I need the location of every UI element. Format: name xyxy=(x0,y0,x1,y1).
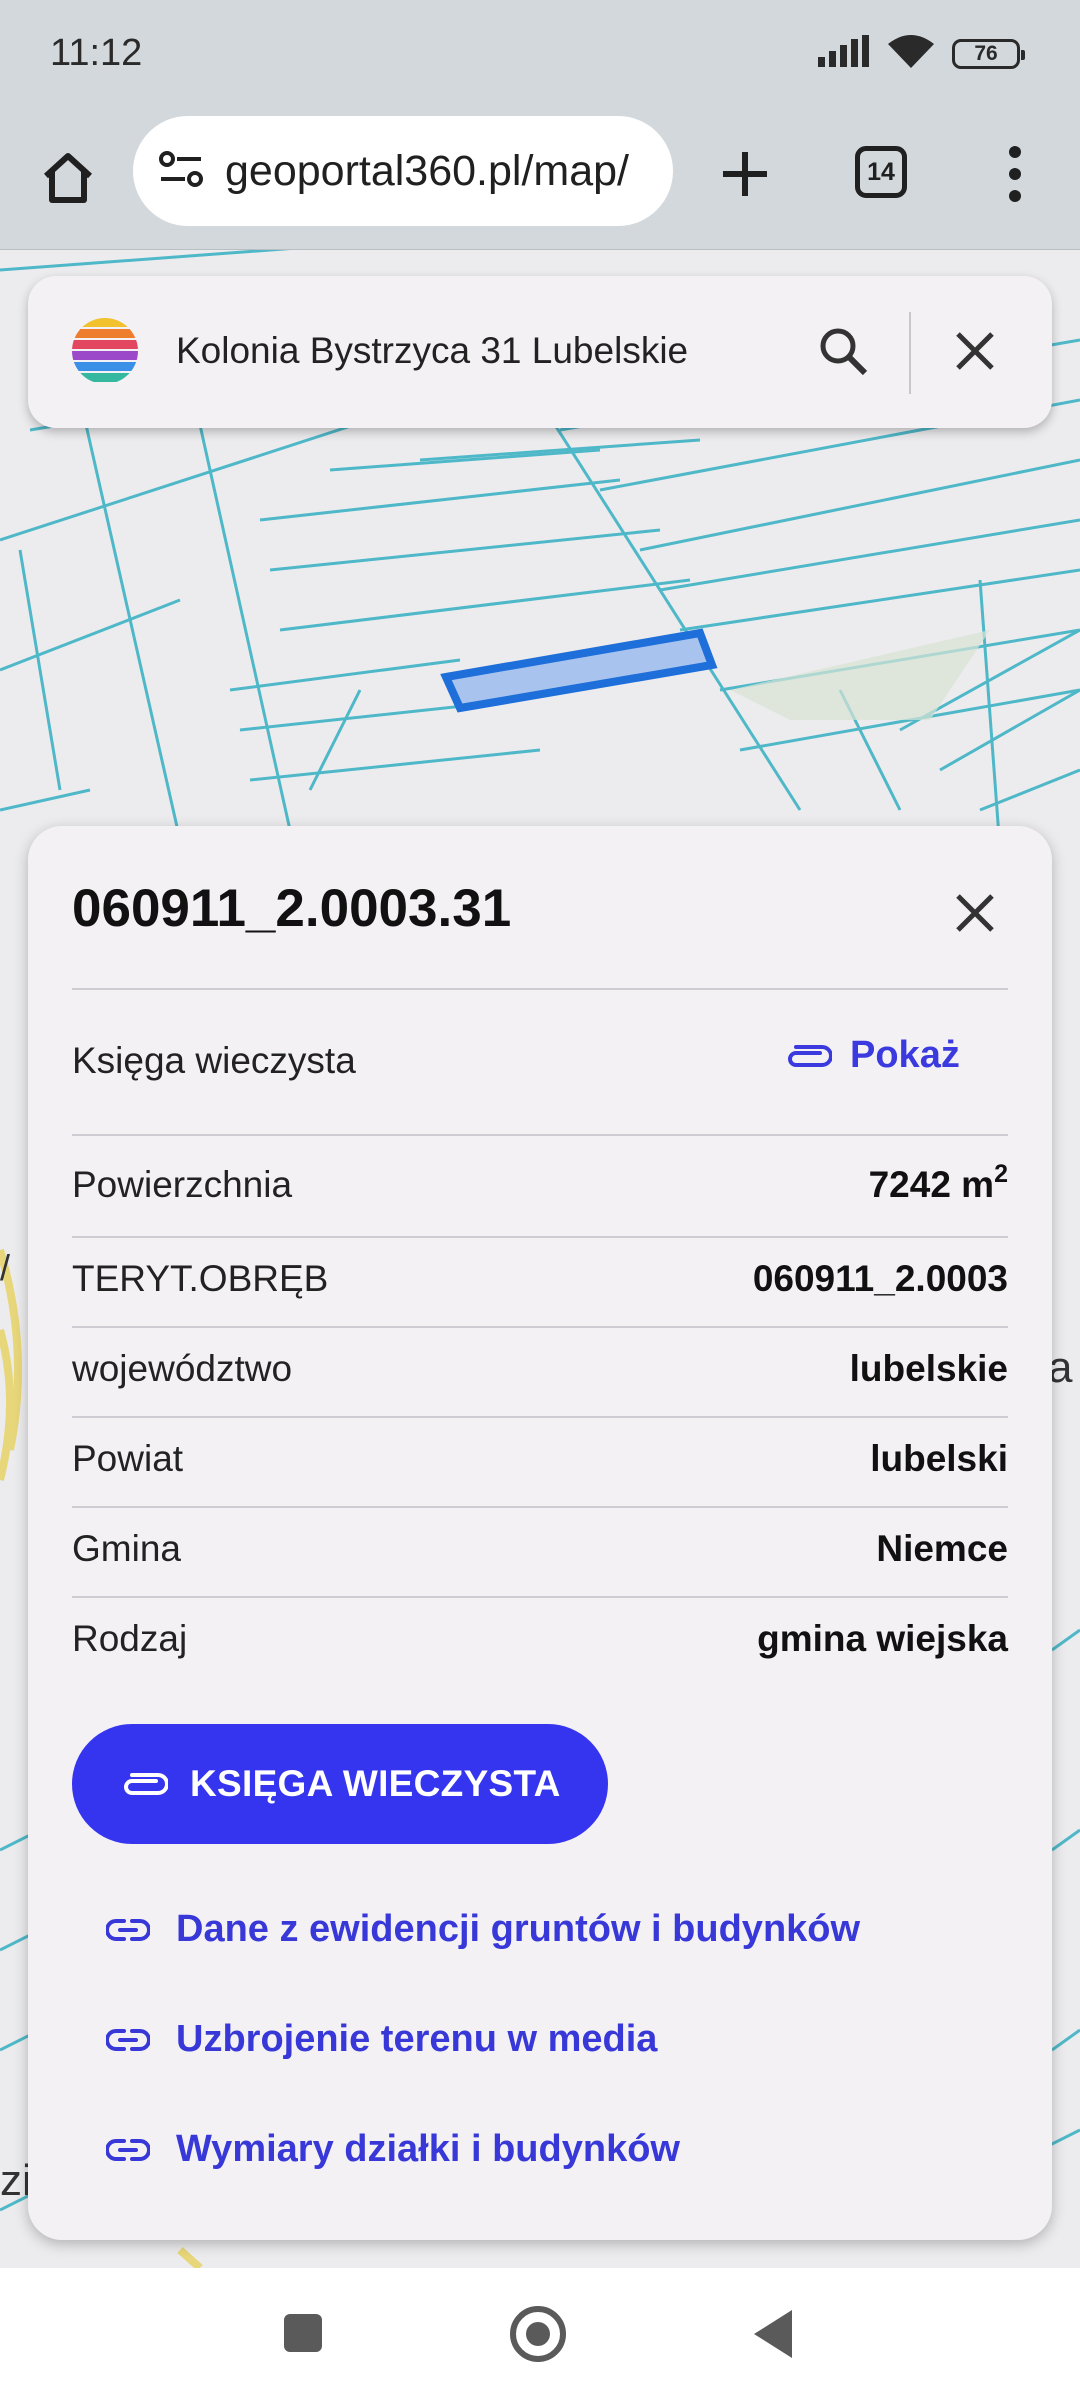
land-register-button[interactable]: KSIĘGA WIECZYSTA xyxy=(72,1724,608,1844)
status-bar: 11:12 76 xyxy=(0,0,1080,110)
row-label-county: Powiat xyxy=(72,1438,184,1479)
link-icon xyxy=(106,2138,150,2161)
status-icons: 76 xyxy=(818,34,1025,73)
search-icon[interactable] xyxy=(808,316,878,386)
row-label-type: Rodzaj xyxy=(72,1618,188,1659)
app-logo xyxy=(72,318,138,384)
tab-count: 14 xyxy=(867,157,895,186)
home-nav-icon[interactable] xyxy=(510,2306,566,2362)
url-text: geoportal360.pl/map/ xyxy=(225,146,630,195)
row-label-teryt: TERYT.OBRĘB xyxy=(72,1258,329,1299)
link-utilities[interactable]: Uzbrojenie terenu w media xyxy=(106,2018,657,2061)
parcel-info-panel: 060911_2.0003.31 Księga wieczysta Pokaż … xyxy=(28,826,1052,2240)
battery-icon: 76 xyxy=(952,38,1025,69)
tabs-button[interactable]: 14 xyxy=(855,146,907,198)
link-icon xyxy=(106,1918,150,1941)
divider xyxy=(72,1596,1008,1598)
signal-icon xyxy=(818,35,870,72)
row-value-county: lubelski xyxy=(870,1438,1008,1479)
more-vert-icon[interactable] xyxy=(990,134,1040,214)
address-bar[interactable]: geoportal360.pl/map/ xyxy=(133,116,673,226)
search-card: Kolonia Bystrzyca 31 Lubelskie xyxy=(28,276,1052,428)
map-label-zi: zi xyxy=(0,2156,32,2205)
divider xyxy=(72,1326,1008,1328)
wifi-icon xyxy=(888,34,934,73)
map-label-slash: / xyxy=(0,1247,10,1288)
area-unit-exponent: 2 xyxy=(994,1160,1008,1188)
divider xyxy=(72,1416,1008,1418)
link-land-records[interactable]: Dane z ewidencji gruntów i budynków xyxy=(106,1908,860,1951)
attachment-icon xyxy=(788,1044,832,1067)
site-info-icon[interactable] xyxy=(159,149,203,194)
back-icon[interactable] xyxy=(754,2310,792,2358)
status-time: 11:12 xyxy=(50,32,143,74)
row-value-type: gmina wiejska xyxy=(757,1618,1008,1659)
link-utilities-label: Uzbrojenie terenu w media xyxy=(176,2018,658,2060)
search-divider xyxy=(909,312,911,394)
search-query[interactable]: Kolonia Bystrzyca 31 Lubelskie xyxy=(176,330,688,372)
browser-toolbar: geoportal360.pl/map/ 14 xyxy=(0,110,1080,250)
divider xyxy=(72,1236,1008,1238)
panel-close-icon[interactable] xyxy=(940,878,1010,948)
row-value-municipality: Niemce xyxy=(876,1528,1008,1569)
system-nav-bar xyxy=(0,2268,1080,2400)
battery-level: 76 xyxy=(974,41,998,65)
row-value-voivodeship: lubelskie xyxy=(849,1348,1008,1389)
land-register-label: Księga wieczysta xyxy=(72,1040,356,1081)
attachment-icon xyxy=(124,1773,168,1795)
show-land-register-link[interactable]: Pokaż xyxy=(784,1034,960,1077)
link-land-records-label: Dane z ewidencji gruntów i budynków xyxy=(176,1908,861,1950)
row-label-municipality: Gmina xyxy=(72,1528,181,1569)
link-dimensions[interactable]: Wymiary działki i budynków xyxy=(106,2128,680,2171)
land-register-button-label: KSIĘGA WIECZYSTA xyxy=(190,1763,561,1804)
close-icon[interactable] xyxy=(940,316,1010,386)
recents-icon[interactable] xyxy=(284,2314,322,2352)
new-tab-button[interactable] xyxy=(705,134,785,214)
divider xyxy=(72,988,1008,990)
row-value-area: 7242 m2 xyxy=(868,1160,1008,1205)
divider xyxy=(72,1134,1008,1136)
row-value-teryt: 060911_2.0003 xyxy=(752,1258,1008,1299)
home-icon[interactable] xyxy=(30,140,106,216)
link-icon xyxy=(106,2028,150,2051)
row-label-area: Powierzchnia xyxy=(72,1164,293,1205)
link-dimensions-label: Wymiary działki i budynków xyxy=(176,2128,680,2170)
show-label: Pokaż xyxy=(850,1034,960,1076)
parcel-title: 060911_2.0003.31 xyxy=(72,879,512,938)
row-label-voivodeship: województwo xyxy=(72,1348,293,1389)
divider xyxy=(72,1506,1008,1508)
plus-icon xyxy=(723,152,767,196)
